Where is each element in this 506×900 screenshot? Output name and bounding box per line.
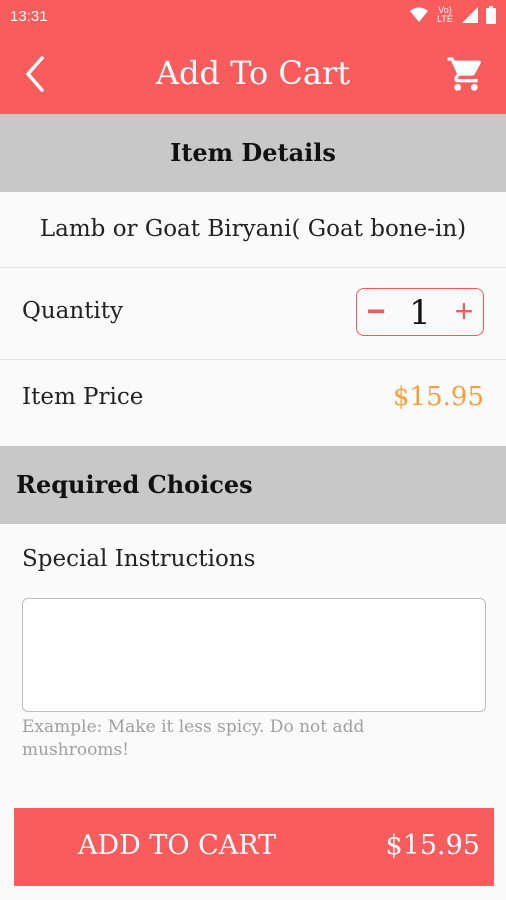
status-time: 13:31 [10, 8, 48, 25]
item-price-value: $15.95 [393, 382, 484, 412]
item-price-row: Item Price $15.95 [0, 360, 506, 446]
status-bar: 13:31 Vo) LTE [0, 0, 506, 34]
page-title: Add To Cart [155, 54, 351, 92]
item-name: Lamb or Goat Biryani( Goat bone-in) [39, 216, 467, 242]
add-to-cart-price: $15.95 [385, 830, 480, 861]
add-to-cart-label: ADD TO CART [78, 830, 277, 861]
network-label: Vo) LTE [437, 5, 453, 24]
add-to-cart-button[interactable]: ADD TO CART $15.95 [14, 808, 494, 886]
quantity-value: 1 [409, 293, 431, 333]
item-price-label: Item Price [22, 384, 144, 410]
special-instructions-hint: Example: Make it less spicy. Do not add … [22, 717, 365, 760]
signal-icon [462, 7, 478, 23]
status-icons: Vo) LTE [410, 6, 496, 24]
special-instructions-input[interactable] [22, 598, 486, 712]
app-bar: Add To Cart [0, 34, 506, 114]
quantity-row: Quantity − 1 + [0, 268, 506, 360]
item-name-row: Lamb or Goat Biryani( Goat bone-in) [0, 192, 506, 268]
quantity-stepper: − 1 + [356, 288, 484, 336]
battery-icon [486, 6, 496, 24]
increase-quantity-button[interactable]: + [449, 295, 479, 329]
wifi-icon [410, 7, 428, 22]
decrease-quantity-button[interactable]: − [361, 295, 391, 329]
shopping-cart-icon[interactable] [446, 54, 486, 94]
required-choices-header[interactable]: Required Choices [0, 446, 506, 524]
item-details-header: Item Details [0, 114, 506, 192]
quantity-label: Quantity [22, 298, 124, 324]
special-instructions-label: Special Instructions [22, 546, 256, 572]
